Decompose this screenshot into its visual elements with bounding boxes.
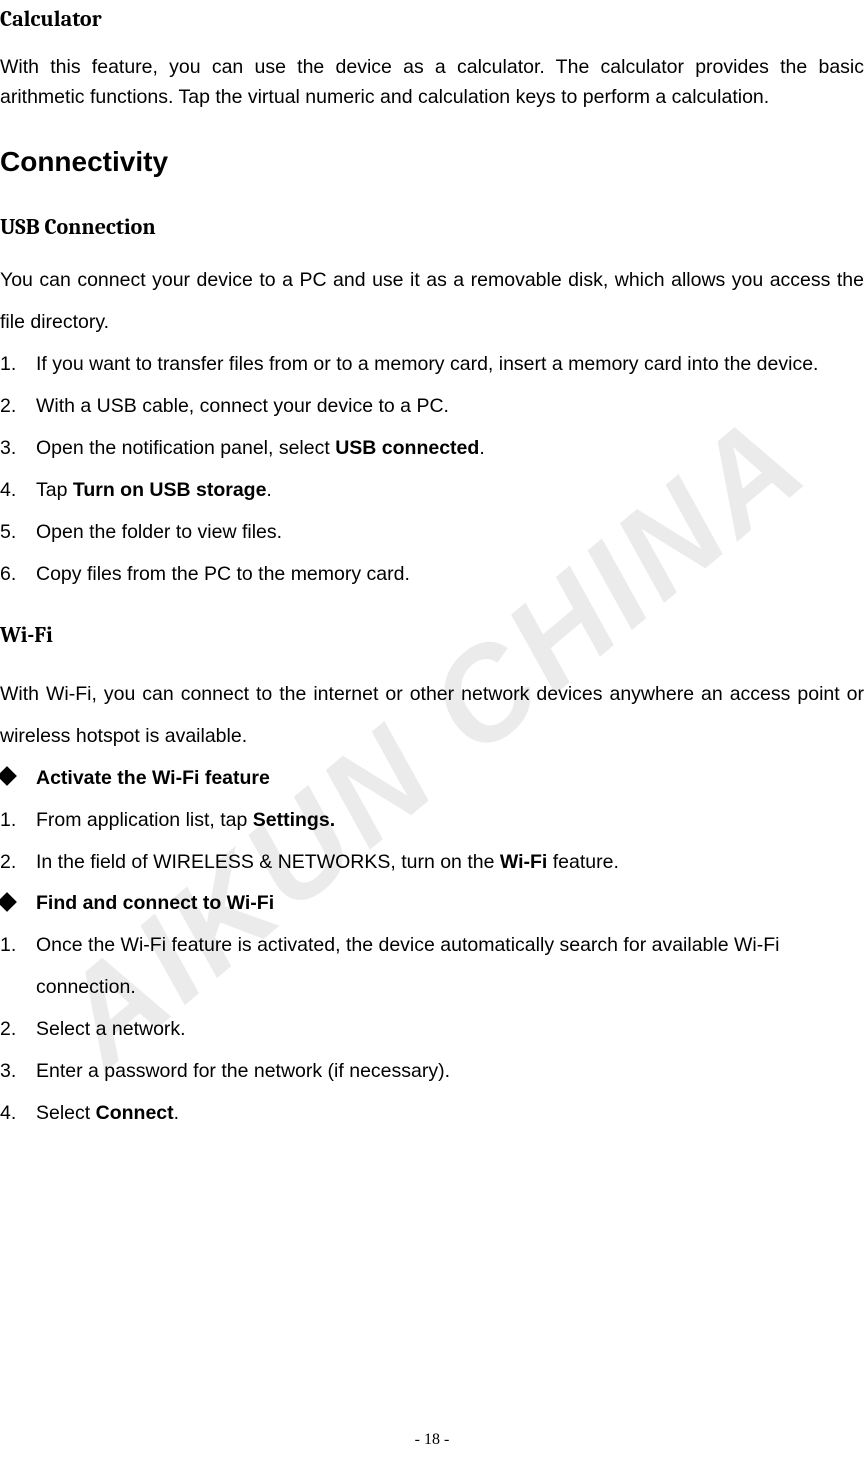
step-prefix: From application list, tap <box>36 809 253 831</box>
list-item: 4. Tap Turn on USB storage. <box>0 470 864 512</box>
connectivity-heading: Connectivity <box>0 146 864 178</box>
calculator-intro: With this feature, you can use the devic… <box>0 52 864 112</box>
wifi-section: With Wi-Fi, you can connect to the inter… <box>0 674 864 1135</box>
step-number: 2. <box>0 386 16 428</box>
step-text: With a USB cable, connect your device to… <box>36 395 449 417</box>
step-suffix: . <box>174 1102 179 1124</box>
list-item: 1. If you want to transfer files from or … <box>0 344 864 386</box>
wifi-intro: With Wi-Fi, you can connect to the inter… <box>0 674 864 758</box>
step-text: Select a network. <box>36 1018 186 1040</box>
step-bold: Wi-Fi <box>500 851 547 873</box>
step-text: Enter a password for the network (if nec… <box>36 1060 450 1082</box>
bullet-text: Activate the Wi-Fi feature <box>36 767 270 789</box>
wifi-find-steps: 1. Once the Wi-Fi feature is activated, t… <box>0 925 864 1135</box>
wifi-activate-title: Activate the Wi-Fi feature <box>0 758 864 800</box>
step-number: 3. <box>0 428 16 470</box>
usb-section: You can connect your device to a PC and … <box>0 260 864 595</box>
step-text: If you want to transfer files from or to… <box>36 353 818 375</box>
list-item: 2. Select a network. <box>0 1009 864 1051</box>
wifi-heading: Wi-Fi <box>0 622 864 648</box>
step-number: 4. <box>0 470 16 512</box>
step-number: 6. <box>0 554 16 596</box>
step-text: Copy files from the PC to the memory car… <box>36 563 410 585</box>
step-number: 1. <box>0 344 16 386</box>
usb-heading: USB Connection <box>0 214 864 240</box>
diamond-icon <box>0 892 17 912</box>
step-number: 2. <box>0 1009 16 1051</box>
step-prefix: In the field of WIRELESS & NETWORKS, tur… <box>36 851 500 873</box>
step-suffix: . <box>479 437 484 459</box>
step-number: 4. <box>0 1093 16 1135</box>
step-number: 2. <box>0 842 16 884</box>
page-content: Calculator With this feature, you can us… <box>0 0 864 1135</box>
diamond-icon <box>0 766 17 786</box>
list-item: 3. Enter a password for the network (if n… <box>0 1051 864 1093</box>
wifi-find-title: Find and connect to Wi-Fi <box>0 883 864 925</box>
usb-intro-line1: You can connect your device to a PC and … <box>0 260 864 344</box>
step-number: 5. <box>0 512 16 554</box>
step-number: 1. <box>0 800 16 842</box>
calculator-heading: Calculator <box>0 6 864 32</box>
step-prefix: Open the notification panel, select <box>36 437 335 459</box>
list-item: 4. Select Connect. <box>0 1093 864 1135</box>
step-bold: Connect <box>96 1102 174 1124</box>
step-text: Once the Wi-Fi feature is activated, the… <box>36 934 779 998</box>
list-item: 2. In the field of WIRELESS & NETWORKS, t… <box>0 842 864 884</box>
page-number: - 18 - <box>0 1431 864 1449</box>
step-suffix: . <box>266 479 271 501</box>
step-suffix: feature. <box>547 851 619 873</box>
step-bold: Settings. <box>253 809 335 831</box>
step-bold: USB connected <box>335 437 479 459</box>
list-item: 5. Open the folder to view files. <box>0 512 864 554</box>
step-prefix: Tap <box>36 479 73 501</box>
step-bold: Turn on USB storage <box>73 479 267 501</box>
list-item: 1. From application list, tap Settings. <box>0 800 864 842</box>
step-prefix: Select <box>36 1102 96 1124</box>
step-number: 1. <box>0 925 16 967</box>
step-number: 3. <box>0 1051 16 1093</box>
wifi-activate-steps: 1. From application list, tap Settings. 2… <box>0 800 864 884</box>
list-item: 6. Copy files from the PC to the memory c… <box>0 554 864 596</box>
step-text: Open the folder to view files. <box>36 521 282 543</box>
bullet-text: Find and connect to Wi-Fi <box>36 892 274 914</box>
list-item: 1. Once the Wi-Fi feature is activated, t… <box>0 925 864 1009</box>
list-item: 2. With a USB cable, connect your device … <box>0 386 864 428</box>
list-item: 3. Open the notification panel, select US… <box>0 428 864 470</box>
usb-steps: 1. If you want to transfer files from or … <box>0 344 864 596</box>
